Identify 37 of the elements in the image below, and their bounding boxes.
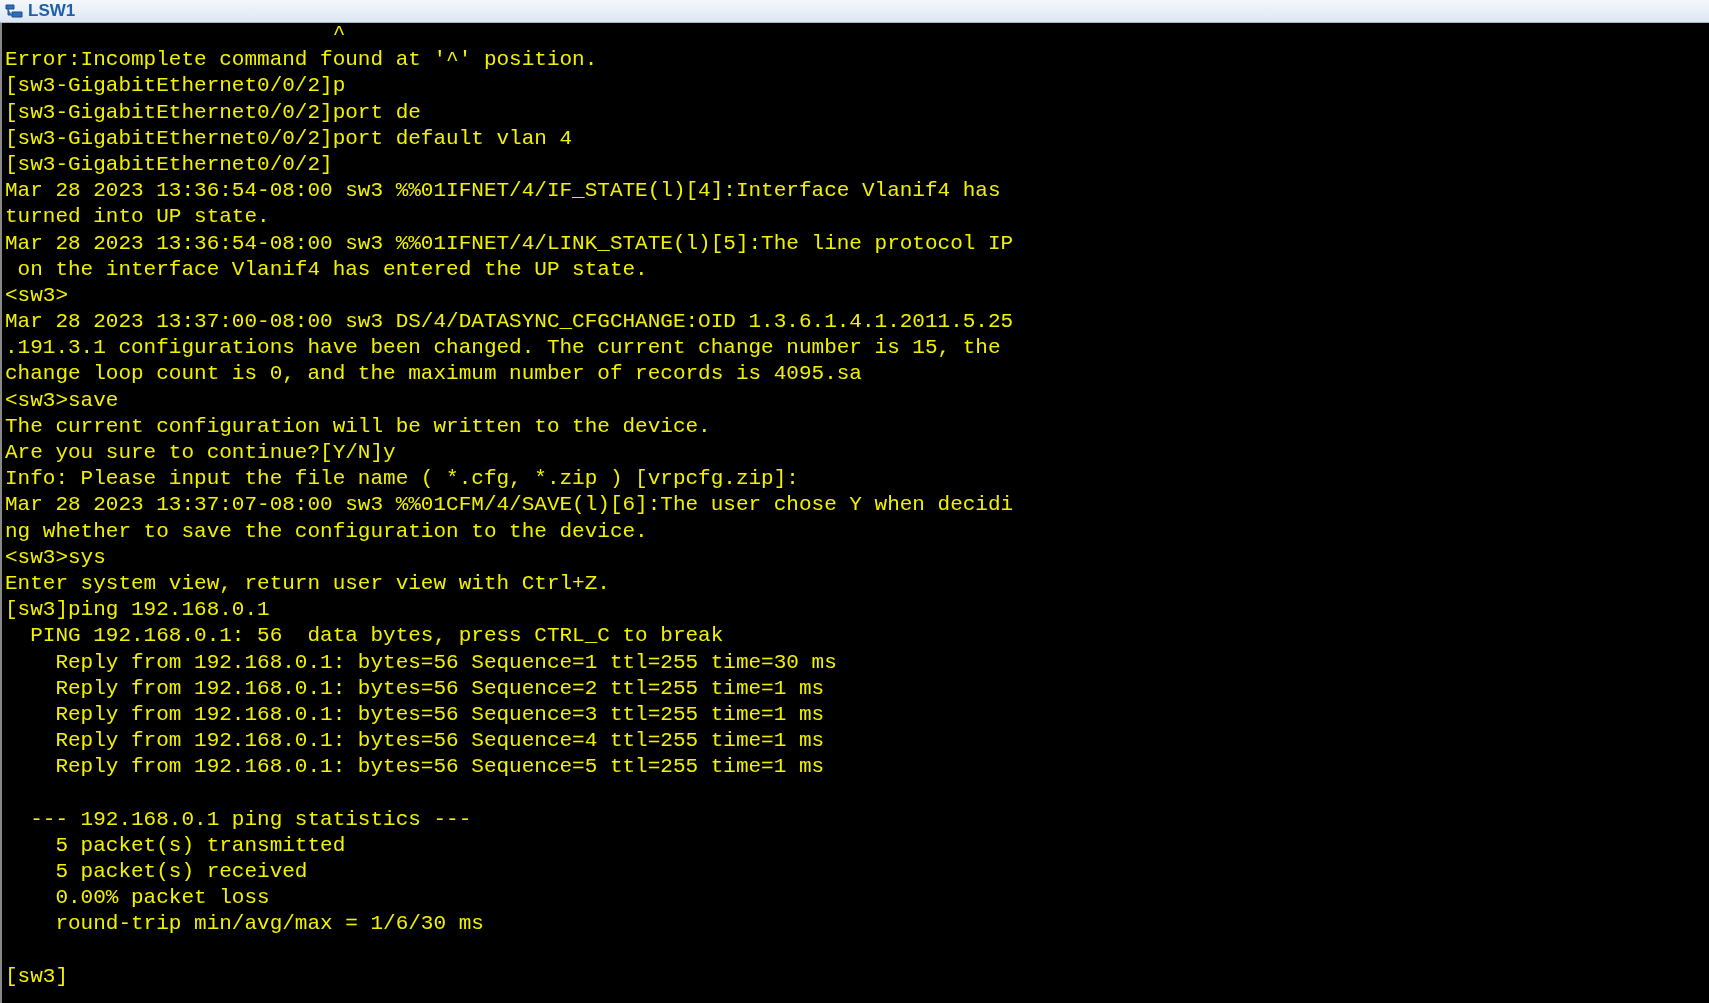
terminal-line: Mar 28 2023 13:36:54-08:00 sw3 %%01IFNET/4/IF_STATE(l)[4]:Interface Vlanif4 has (5, 178, 1001, 205)
terminal-line: Mar 28 2023 13:37:00-08:00 sw3 DS/4/DATASYNC_CFGCHANGE:OID 1.3.6.1.4.1.2011.5.25 (5, 309, 1014, 336)
terminal-line: Reply from 192.168.0.1: bytes=56 Sequence=4 ttl=255 time=1 ms (54, 728, 825, 755)
terminal-line: [sw3-GigabitEthernet0/0/2]port default vlan 4 (5, 125, 573, 152)
terminal-line: 0.00% packet loss (54, 885, 270, 912)
terminal-line: The current configuration will be written to the device. (5, 413, 711, 440)
terminal-line: [sw3]ping 192.168.0.1 (5, 597, 270, 624)
terminal-line: [sw3] (5, 963, 68, 990)
terminal-line: 5 packet(s) received (54, 859, 308, 885)
terminal-line: Are you sure to continue?[Y/N]y (5, 440, 396, 466)
terminal-line: .191.3.1 configurations have been changed. The current change number is 15, the (5, 335, 1001, 362)
terminal-line: [sw3-GigabitEthernet0/0/2]p (5, 73, 346, 100)
terminal-line: [sw3-GigabitEthernet0/0/2]port de (5, 99, 421, 126)
terminal-line: change loop count is 0, and the maximum number of records is 4095.sa (5, 361, 862, 388)
terminal-line: --- 192.168.0.1 ping statistics --- (29, 806, 472, 833)
terminal-line: <sw3> (5, 282, 68, 309)
terminal-line: <sw3>save (5, 387, 119, 414)
terminal-line: Enter system view, return user view with Ctrl+Z. (5, 570, 610, 597)
window-title: LSW1 (28, 0, 76, 23)
network-device-icon (4, 2, 24, 20)
terminal-line: Reply from 192.168.0.1: bytes=56 Sequence=5 ttl=255 time=1 ms (54, 754, 825, 781)
terminal-line: PING 192.168.0.1: 56 data bytes, press CTRL_C to break (29, 623, 724, 650)
terminal-line: ^ (331, 23, 346, 47)
terminal-line: Mar 28 2023 13:37:07-08:00 sw3 %%01CFM/4/SAVE(l)[6]:The user chose Y when decidi (5, 492, 1014, 519)
terminal-line: [sw3-GigabitEthernet0/0/2] (5, 151, 333, 178)
terminal-line: 5 packet(s) transmitted (54, 832, 346, 859)
terminal-line: <sw3>sys (5, 544, 106, 571)
terminal-line: Error:Incomplete command found at '^' position. (5, 47, 598, 74)
terminal-line: Mar 28 2023 13:36:54-08:00 sw3 %%01IFNET/4/LINK_STATE(l)[5]:The line protocol IP (5, 230, 1014, 257)
terminal-line: ng whether to save the configuration to the device. (5, 518, 648, 545)
terminal-line: Reply from 192.168.0.1: bytes=56 Sequence=1 ttl=255 time=30 ms (54, 649, 837, 676)
terminal-line: Info: Please input the file name ( *.cfg, *.zip ) [vrpcfg.zip]: (5, 466, 799, 493)
terminal-line: on the interface Vlanif4 has entered the UP state. (16, 256, 648, 283)
terminal-line: turned into UP state. (5, 204, 270, 231)
terminal-line: Reply from 192.168.0.1: bytes=56 Sequence=2 ttl=255 time=1 ms (54, 675, 825, 702)
terminal-line: round-trip min/avg/max = 1/6/30 ms (54, 911, 484, 938)
terminal-line: Reply from 192.168.0.1: bytes=56 Sequence=3 ttl=255 time=1 ms (54, 701, 825, 728)
